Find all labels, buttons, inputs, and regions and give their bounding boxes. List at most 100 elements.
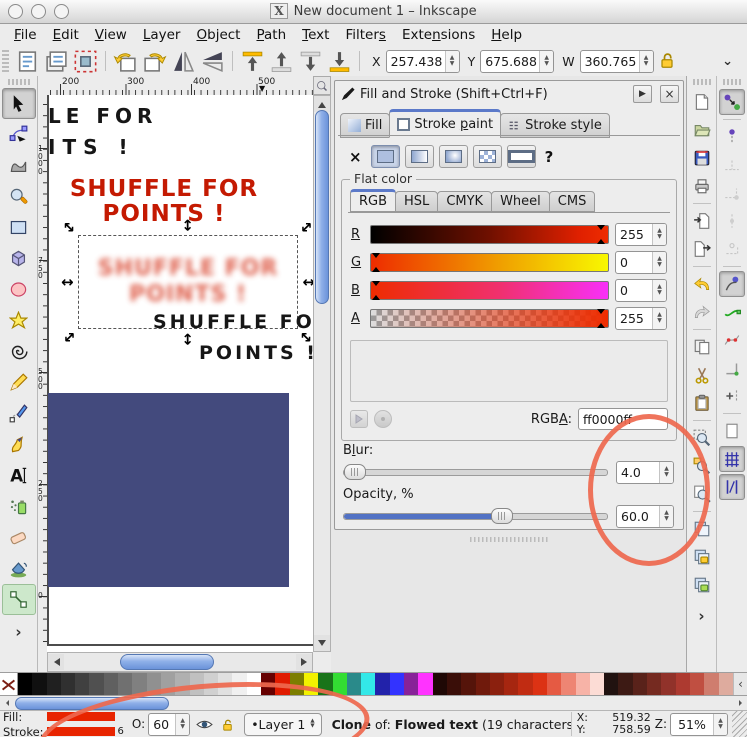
menu-file[interactable]: File xyxy=(6,26,45,44)
snap-nodes-button[interactable] xyxy=(719,271,745,297)
alpha-channel-slider[interactable] xyxy=(370,309,609,328)
palette-swatch[interactable] xyxy=(232,673,246,695)
palette-scroll-right-button[interactable] xyxy=(733,696,747,710)
palette-swatch[interactable] xyxy=(61,673,75,695)
palette-swatch[interactable] xyxy=(504,673,518,695)
flat-color-button[interactable] xyxy=(371,145,400,168)
snap-guides-button[interactable] xyxy=(719,474,745,500)
blur-spin[interactable]: 4.0▲▼ xyxy=(616,461,674,484)
menu-extensions[interactable]: Extensions xyxy=(394,26,483,44)
snap-to-paths-button[interactable] xyxy=(719,299,745,325)
tool-text[interactable]: A xyxy=(2,460,36,491)
rotate-ccw-button[interactable] xyxy=(112,48,139,75)
blue-channel-spin[interactable]: 0▲▼ xyxy=(615,279,667,302)
select-all-layers-button[interactable] xyxy=(43,48,70,75)
blue-channel-slider[interactable] xyxy=(370,281,609,300)
palette-swatch[interactable] xyxy=(275,673,289,695)
tab-cms[interactable]: CMS xyxy=(549,191,596,212)
scale-handle-sw[interactable]: ↔ xyxy=(60,328,79,347)
palette-scroll-icon[interactable]: ‹ xyxy=(733,673,747,695)
commands-expander-icon[interactable]: › xyxy=(698,607,704,625)
palette-swatch[interactable] xyxy=(590,673,604,695)
palette-swatch[interactable] xyxy=(375,673,389,695)
palette-swatch[interactable] xyxy=(175,673,189,695)
palette-swatch[interactable] xyxy=(247,673,261,695)
palette-swatch[interactable] xyxy=(218,673,232,695)
palette-swatch[interactable] xyxy=(304,673,318,695)
fill-color-swatch[interactable] xyxy=(47,712,115,721)
no-paint-button[interactable]: × xyxy=(349,148,362,166)
opacity-spin[interactable]: 60.0▲▼ xyxy=(616,505,674,528)
layer-lock-icon[interactable] xyxy=(219,717,236,732)
palette-swatch[interactable] xyxy=(518,673,532,695)
rotate-cw-button[interactable] xyxy=(141,48,168,75)
alpha-channel-spin[interactable]: 255▲▼ xyxy=(615,307,667,330)
unlink-clone-button[interactable] xyxy=(689,572,715,598)
snap-bbox-corners-button[interactable] xyxy=(719,180,745,206)
snap-bbox-edges-button[interactable] xyxy=(719,152,745,178)
palette-scrollbar-thumb[interactable] xyxy=(15,697,169,710)
tool-spiral[interactable] xyxy=(2,336,36,367)
snap-bbox-edge-midpoints-button[interactable] xyxy=(719,208,745,234)
dialog-close-button[interactable]: × xyxy=(660,85,679,103)
undo-button[interactable] xyxy=(689,271,715,297)
opacity-slider[interactable] xyxy=(343,513,608,520)
tool-pen[interactable] xyxy=(2,398,36,429)
tool-selector[interactable] xyxy=(2,88,36,119)
horizontal-scrollbar[interactable] xyxy=(47,652,313,672)
tool-tweak[interactable] xyxy=(2,150,36,181)
palette-swatch[interactable] xyxy=(47,673,61,695)
w-field[interactable]: 360.765▲▼ xyxy=(580,50,654,73)
palette-swatch[interactable] xyxy=(576,673,590,695)
tool-spray[interactable] xyxy=(2,491,36,522)
palette-swatch[interactable] xyxy=(447,673,461,695)
window-resize-grip[interactable] xyxy=(732,711,747,737)
palette-swatch[interactable] xyxy=(719,673,733,695)
palette-swatch[interactable] xyxy=(104,673,118,695)
tool-zoom[interactable] xyxy=(2,181,36,212)
zoom-selection-button[interactable] xyxy=(689,425,715,451)
palette-swatch[interactable] xyxy=(461,673,475,695)
text-object-clipped[interactable]: LE FOR ITS ! xyxy=(48,101,157,163)
scale-handle-n[interactable]: ↔ xyxy=(181,219,195,232)
palette-swatch[interactable] xyxy=(533,673,547,695)
tab-hsl[interactable]: HSL xyxy=(395,191,438,212)
tool-connector[interactable] xyxy=(2,584,36,615)
tool-eraser[interactable] xyxy=(2,522,36,553)
snap-bbox-centers-button[interactable] xyxy=(719,236,745,262)
radial-gradient-button[interactable] xyxy=(439,145,468,168)
tab-cmyk[interactable]: CMYK xyxy=(437,191,492,212)
palette-swatch[interactable] xyxy=(561,673,575,695)
zoom-drawing-button[interactable] xyxy=(689,453,715,479)
palette-swatch[interactable] xyxy=(547,673,561,695)
scale-handle-ne[interactable]: ↔ xyxy=(297,218,313,237)
red-channel-spin[interactable]: 255▲▼ xyxy=(615,223,667,246)
palette-swatch[interactable] xyxy=(190,673,204,695)
opacity-slider-thumb[interactable] xyxy=(491,508,513,524)
current-layer-select[interactable]: •Layer 1 ▲▼ xyxy=(244,713,321,736)
horizontal-ruler[interactable]: ▼ 200300400500600 xyxy=(47,76,313,96)
palette-swatch[interactable] xyxy=(476,673,490,695)
tab-wheel[interactable]: Wheel xyxy=(491,191,550,212)
scroll-left-button[interactable] xyxy=(48,654,64,670)
tool-ellipse[interactable] xyxy=(2,274,36,305)
dialog-resize-grip[interactable] xyxy=(470,537,548,542)
y-field[interactable]: 675.688▲▼ xyxy=(480,50,554,73)
snap-path-intersections-button[interactable] xyxy=(719,327,745,353)
tool-rectangle[interactable] xyxy=(2,212,36,243)
palette-swatch[interactable] xyxy=(690,673,704,695)
tool-star[interactable] xyxy=(2,305,36,336)
object-opacity-spin[interactable]: 60▲▼ xyxy=(148,713,190,736)
palette-swatch[interactable] xyxy=(32,673,46,695)
palette-swatch[interactable] xyxy=(18,673,32,695)
palette-swatch[interactable] xyxy=(404,673,418,695)
blur-slider-thumb[interactable] xyxy=(344,464,366,480)
duplicate-button[interactable] xyxy=(689,516,715,542)
quick-zoom-button[interactable] xyxy=(313,76,331,95)
copy-button[interactable] xyxy=(689,334,715,360)
layer-visibility-eye-icon[interactable] xyxy=(196,717,213,732)
snap-drag-handle[interactable] xyxy=(723,79,741,85)
print-button[interactable] xyxy=(689,173,715,199)
palette-swatch[interactable] xyxy=(618,673,632,695)
create-clone-button[interactable] xyxy=(689,544,715,570)
